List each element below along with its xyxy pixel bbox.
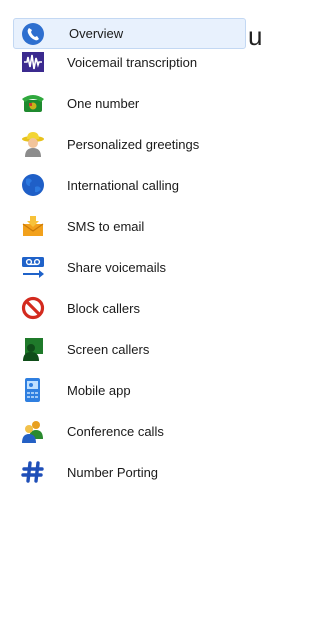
sidebar-item-conference-calls[interactable]: Conference calls xyxy=(14,416,246,446)
block-icon xyxy=(20,295,46,321)
sidebar-item-label: SMS to email xyxy=(67,218,145,234)
screen-caller-icon xyxy=(20,336,46,362)
sidebar-item-one-number[interactable]: One number xyxy=(14,88,246,118)
clipped-heading-text: u xyxy=(248,21,263,51)
phone-icon xyxy=(20,90,46,116)
sidebar-item-mobile-app[interactable]: Mobile app xyxy=(14,375,246,405)
sidebar-item-label: Personalized greetings xyxy=(67,136,200,152)
sidebar-item-label: Number Porting xyxy=(67,464,159,480)
sidebar-item-number-porting[interactable]: Number Porting xyxy=(14,457,246,487)
sidebar-item-screen-callers[interactable]: Screen callers xyxy=(14,334,246,364)
sidebar-item-label: Overview xyxy=(69,26,124,41)
sidebar-item-label: Share voicemails xyxy=(67,259,166,275)
sidebar-item-label: One number xyxy=(67,95,140,111)
sidebar-item-personalized-greetings[interactable]: Personalized greetings xyxy=(14,129,246,159)
sidebar-item-share-voicemails[interactable]: Share voicemails xyxy=(14,252,246,282)
sidebar-item-overview[interactable]: Overview xyxy=(13,18,246,49)
conference-icon xyxy=(20,418,46,444)
sidebar-item-label: Mobile app xyxy=(67,382,131,398)
person-icon xyxy=(20,131,46,157)
sidebar-item-sms-to-email[interactable]: SMS to email xyxy=(14,211,246,241)
waveform-icon xyxy=(20,49,46,75)
mail-icon xyxy=(20,213,46,239)
globe-icon xyxy=(20,172,46,198)
hash-icon xyxy=(20,459,46,485)
sidebar-item-label: Conference calls xyxy=(67,423,164,439)
sidebar-item-label: Screen callers xyxy=(67,341,150,357)
voicemail-share-icon xyxy=(20,254,46,280)
sidebar-item-label: Block callers xyxy=(67,300,140,316)
sidebar-item-label: International calling xyxy=(67,177,180,193)
sidebar-item-label: Voicemail transcription xyxy=(67,54,198,70)
mobile-app-icon xyxy=(20,377,46,403)
sidebar-item-voicemail-transcription[interactable]: Voicemail transcription xyxy=(14,47,246,77)
phone-handset-icon xyxy=(20,21,46,47)
sidebar-item-international-calling[interactable]: International calling xyxy=(14,170,246,200)
sidebar-item-block-callers[interactable]: Block callers xyxy=(14,293,246,323)
